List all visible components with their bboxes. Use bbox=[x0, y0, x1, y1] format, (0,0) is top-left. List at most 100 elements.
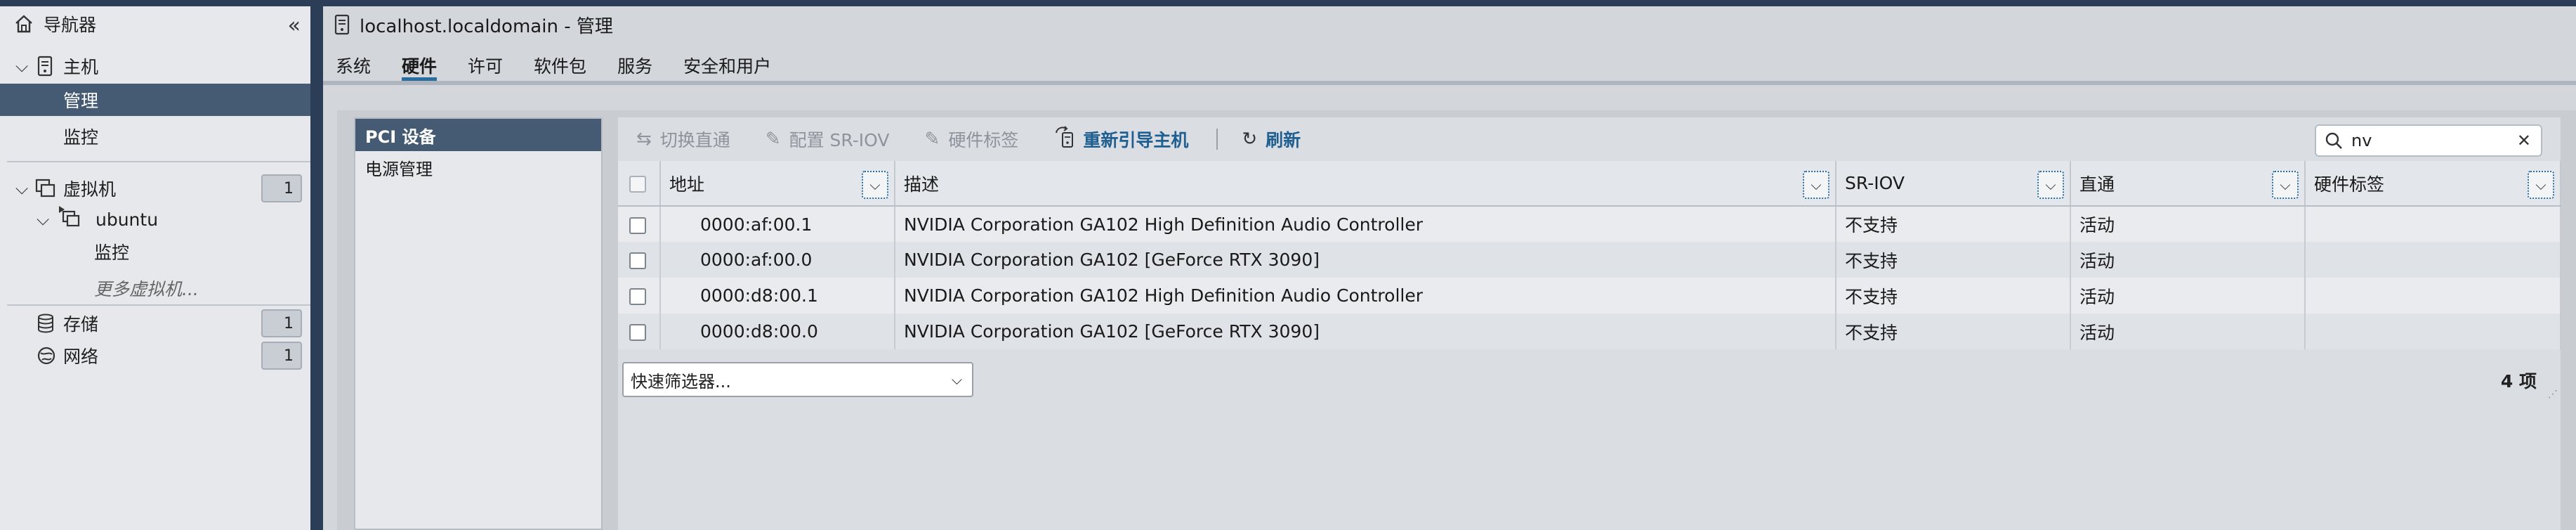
col-header-sriov[interactable]: SR-IOV ⌵ bbox=[1836, 161, 2071, 207]
reboot-host-label: 重新引导主机 bbox=[1083, 130, 1189, 150]
table-row[interactable]: 0000:d8:00.1 NVIDIA Corporation GA102 Hi… bbox=[618, 278, 2561, 314]
cell-address: 0000:af:00.1 bbox=[660, 206, 895, 242]
cell-address: 0000:d8:00.0 bbox=[660, 314, 895, 349]
nav-storage[interactable]: 存储 1 bbox=[0, 307, 310, 340]
col-header-hardware-label-label: 硬件标签 bbox=[2314, 174, 2385, 195]
clear-search-icon[interactable]: ✕ bbox=[2517, 131, 2531, 150]
refresh-icon: ↻ bbox=[1242, 129, 1258, 150]
nav-more-vms[interactable]: 更多虚拟机... bbox=[0, 272, 310, 304]
nav-network[interactable]: 网络 1 bbox=[0, 340, 310, 372]
resize-handle-icon[interactable]: ⋰ bbox=[2548, 389, 2558, 400]
table-row[interactable]: 0000:af:00.0 NVIDIA Corporation GA102 [G… bbox=[618, 242, 2561, 278]
host-icon bbox=[334, 14, 350, 35]
table-row[interactable]: 0000:af:00.1 NVIDIA Corporation GA102 Hi… bbox=[618, 206, 2561, 242]
network-count-badge: 1 bbox=[261, 342, 302, 370]
row-checkbox[interactable] bbox=[629, 324, 646, 341]
menu-pci-devices[interactable]: PCI 设备 bbox=[355, 119, 601, 151]
nav-host[interactable]: ⌵ 主机 bbox=[0, 50, 310, 82]
chevron-down-icon[interactable]: ⌵ bbox=[15, 179, 28, 198]
nav-vm-name: ubuntu bbox=[96, 209, 159, 230]
tab-security-users[interactable]: 安全和用户 bbox=[683, 46, 771, 81]
toggle-passthrough-label: 切换直通 bbox=[659, 130, 730, 150]
pencil-icon: ✎ bbox=[924, 129, 940, 150]
vms-count-badge: 1 bbox=[261, 174, 302, 202]
chevron-down-icon[interactable]: ⌵ bbox=[15, 56, 28, 76]
col-header-description[interactable]: 描述 ⌵ bbox=[895, 161, 1836, 207]
quick-filter-label: 快速筛选器... bbox=[631, 371, 731, 392]
nav-monitor[interactable]: 监控 bbox=[0, 120, 310, 153]
main-panel: localhost.localdomain - 管理 系统 硬件 许可 软件包 … bbox=[323, 6, 2576, 530]
quick-filter-select[interactable]: 快速筛选器... ⌵ bbox=[622, 362, 973, 397]
column-menu-icon[interactable]: ⌵ bbox=[1803, 171, 1829, 199]
window-title-bar: localhost.localdomain - 管理 bbox=[323, 6, 2576, 43]
hardware-label-label: 硬件标签 bbox=[948, 130, 1019, 150]
nav-manage[interactable]: 管理 bbox=[0, 84, 310, 116]
row-checkbox[interactable] bbox=[629, 216, 646, 234]
cell-hardware-label bbox=[2305, 278, 2561, 314]
tab-services[interactable]: 服务 bbox=[617, 46, 652, 81]
vm-running-icon bbox=[58, 205, 81, 228]
toggle-passthrough-button[interactable]: ⇆ 切换直通 bbox=[636, 127, 730, 152]
nav-monitor-label: 监控 bbox=[63, 127, 99, 148]
cell-description: NVIDIA Corporation GA102 High Definition… bbox=[895, 206, 1836, 242]
nav-manage-label: 管理 bbox=[63, 91, 99, 111]
nav-vm-monitor[interactable]: 监控 bbox=[0, 235, 310, 268]
menu-power-management[interactable]: 电源管理 bbox=[355, 151, 601, 183]
table-row[interactable]: 0000:d8:00.0 NVIDIA Corporation GA102 [G… bbox=[618, 314, 2561, 349]
column-menu-icon[interactable]: ⌵ bbox=[2037, 171, 2064, 199]
search-input[interactable]: nv bbox=[2351, 131, 2517, 150]
collapse-navigator-icon[interactable]: « bbox=[288, 13, 301, 38]
cell-passthrough: 活动 bbox=[2070, 206, 2306, 242]
nav-vms[interactable]: ⌵ 虚拟机 1 bbox=[0, 172, 310, 205]
cell-sriov: 不支持 bbox=[1836, 314, 2071, 349]
col-header-address-label: 地址 bbox=[669, 174, 705, 195]
cell-description: NVIDIA Corporation GA102 [GeForce RTX 30… bbox=[895, 314, 1836, 349]
cell-description: NVIDIA Corporation GA102 High Definition… bbox=[895, 278, 1836, 314]
column-menu-icon[interactable]: ⌵ bbox=[2272, 171, 2299, 199]
nav-vm-monitor-label: 监控 bbox=[94, 243, 130, 263]
refresh-button[interactable]: ↻ 刷新 bbox=[1242, 127, 1301, 152]
pci-device-table: 地址 ⌵ 描述 ⌵ SR-IOV ⌵ 直通 ⌵ 硬件标签 ⌵ 0000:af:00.1 N… bbox=[618, 161, 2561, 349]
row-checkbox[interactable] bbox=[629, 252, 646, 269]
column-menu-icon[interactable]: ⌵ bbox=[862, 171, 888, 199]
storage-icon bbox=[37, 314, 55, 333]
row-checkbox-cell[interactable] bbox=[618, 206, 661, 242]
row-checkbox[interactable] bbox=[629, 288, 646, 305]
refresh-label: 刷新 bbox=[1266, 130, 1301, 150]
chevron-down-icon[interactable]: ⌵ bbox=[37, 209, 49, 229]
hardware-menu: PCI 设备 电源管理 bbox=[354, 117, 603, 530]
window-title: localhost.localdomain - 管理 bbox=[360, 15, 613, 37]
content-area: PCI 设备 电源管理 ⇆ 切换直通 ✎ 配置 SR-IOV ✎ 硬件标签 重新… bbox=[337, 110, 2576, 530]
row-checkbox-cell[interactable] bbox=[618, 278, 661, 314]
tab-packages[interactable]: 软件包 bbox=[534, 46, 586, 81]
nav-storage-label: 存储 bbox=[63, 314, 99, 335]
col-header-passthrough[interactable]: 直通 ⌵ bbox=[2070, 161, 2306, 207]
col-header-description-label: 描述 bbox=[904, 174, 940, 195]
config-sriov-button[interactable]: ✎ 配置 SR-IOV bbox=[765, 127, 890, 152]
column-menu-icon[interactable]: ⌵ bbox=[2528, 171, 2554, 199]
cell-passthrough: 活动 bbox=[2070, 278, 2306, 314]
nav-host-label: 主机 bbox=[63, 57, 99, 77]
select-all-checkbox[interactable] bbox=[629, 176, 646, 193]
row-checkbox-cell[interactable] bbox=[618, 242, 661, 278]
tab-hardware[interactable]: 硬件 bbox=[402, 46, 438, 81]
col-header-passthrough-label: 直通 bbox=[2079, 174, 2115, 195]
col-header-hardware-label[interactable]: 硬件标签 ⌵ bbox=[2305, 161, 2561, 207]
search-box[interactable]: nv ✕ bbox=[2315, 124, 2542, 157]
search-icon bbox=[2325, 131, 2343, 150]
reboot-host-button[interactable]: 重新引导主机 bbox=[1053, 125, 1189, 153]
cell-description: NVIDIA Corporation GA102 [GeForce RTX 30… bbox=[895, 242, 1836, 278]
row-checkbox-cell[interactable] bbox=[618, 314, 661, 349]
reboot-host-icon bbox=[1053, 125, 1075, 153]
select-all-checkbox-cell[interactable] bbox=[618, 161, 661, 207]
col-header-address[interactable]: 地址 ⌵ bbox=[660, 161, 895, 207]
tab-system[interactable]: 系统 bbox=[336, 46, 371, 81]
network-icon bbox=[37, 346, 56, 366]
hardware-label-button[interactable]: ✎ 硬件标签 bbox=[925, 127, 1019, 152]
nav-vm-ubuntu[interactable]: ⌵ ubuntu bbox=[0, 203, 310, 235]
tab-licensing[interactable]: 许可 bbox=[468, 46, 503, 81]
cell-sriov: 不支持 bbox=[1836, 278, 2071, 314]
tab-underline bbox=[323, 81, 2576, 85]
cell-passthrough: 活动 bbox=[2070, 314, 2306, 349]
storage-count-badge: 1 bbox=[261, 309, 302, 337]
